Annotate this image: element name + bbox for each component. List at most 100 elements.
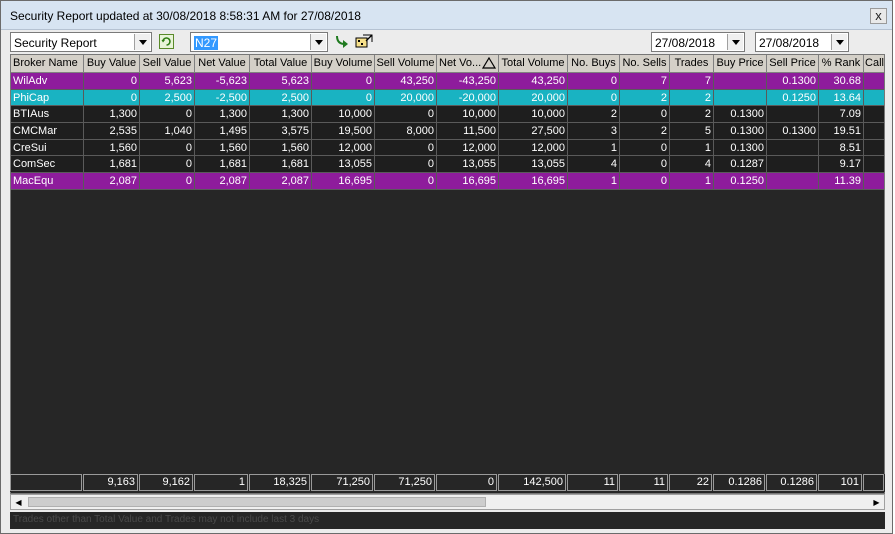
table-row[interactable]: PhiCap 0 2,500 -2,500 2,500 0 20,000 -20,000 20,… [11,89,884,107]
table-row[interactable]: CreSui 1,560 0 1,560 1,560 12,000 0 12,000 12,00… [11,139,884,157]
column-header[interactable]: Call [864,55,884,73]
table-cell: -2,500 [195,89,250,107]
table-cell [714,73,767,90]
column-header[interactable]: Sell Volume [375,55,437,73]
table-cell: 1,681 [84,156,140,174]
column-header[interactable]: Buy Value [84,55,140,73]
date-to-picker[interactable]: 27/08/2018 [755,32,849,52]
total-cell: 9,162 [139,474,193,491]
toolbar: Security Report N27 27/08/2018 27/08/201… [1,30,892,54]
total-cell: 101 [818,474,862,491]
table-row[interactable]: WilAdv 0 5,623 -5,623 5,623 0 43,250 -43,250 43,… [11,73,884,90]
total-cell: 22 [669,474,712,491]
table-cell: 11.39 [819,173,864,190]
scroll-right-icon[interactable]: ▶ [869,495,884,509]
title-bar[interactable]: Security Report updated at 30/08/2018 8:… [1,1,892,30]
column-header[interactable]: Net Value [195,55,250,73]
table-cell [767,156,819,174]
chevron-down-icon[interactable] [310,34,326,50]
column-header[interactable]: Total Value [250,55,312,73]
go-arrow-icon[interactable] [334,33,350,49]
table-cell [767,139,819,157]
scroll-left-icon[interactable]: ◀ [11,495,26,509]
security-code-value[interactable]: N27 [194,36,219,50]
table-cell: 0.1300 [714,139,767,157]
column-header[interactable]: Trades [670,55,714,73]
security-code-combo[interactable]: N27 [190,32,328,52]
table-cell: 1,681 [195,156,250,174]
date-from-value: 27/08/2018 [655,36,716,50]
table-cell: 1,300 [250,106,312,124]
table-cell: 7 [620,73,670,90]
table-cell: 0 [620,173,670,190]
scrollbar-thumb[interactable] [28,497,486,507]
table-cell: 12,000 [312,139,375,157]
total-cell [863,474,884,491]
table-cell: 2,087 [250,173,312,190]
table-cell: 0.1250 [714,173,767,190]
chevron-down-icon[interactable] [134,34,150,50]
table-cell: 43,250 [499,73,568,90]
table-row[interactable]: BTIAus 1,300 0 1,300 1,300 10,000 0 10,000 10,00… [11,106,884,124]
table-cell: 0 [84,89,140,107]
grid-rows: WilAdv 0 5,623 -5,623 5,623 0 43,250 -43,250 43,… [11,73,884,190]
column-header[interactable]: % Rank [819,55,864,73]
broker-name-cell: WilAdv [11,73,84,90]
broker-name-cell: CreSui [11,139,84,157]
totals-row: 9,163 9,162 1 18,325 71,250 71,250 0 142,500 11 1… [10,474,885,492]
table-cell: 2,500 [250,89,312,107]
table-cell [864,89,884,107]
table-cell: 0.1300 [767,123,819,140]
close-button[interactable]: x [870,8,887,24]
column-header[interactable]: Total Volume [499,55,568,73]
column-header[interactable]: No. Buys [568,55,620,73]
table-row[interactable]: MacEqu 2,087 0 2,087 2,087 16,695 0 16,695 16,69… [11,173,884,190]
report-type-dropdown[interactable]: Security Report [10,32,152,52]
total-cell [10,474,82,491]
table-cell: 4 [568,156,620,174]
table-cell: 20,000 [375,89,437,107]
total-cell: 0.1286 [766,474,817,491]
column-header[interactable]: No. Sells [620,55,670,73]
table-cell: 9.17 [819,156,864,174]
table-cell: 2 [620,89,670,107]
table-cell: 0.1287 [714,156,767,174]
window-title: Security Report updated at 30/08/2018 8:… [10,9,361,23]
chevron-down-icon[interactable] [831,34,847,50]
table-cell: 2,087 [195,173,250,190]
table-cell: 10,000 [437,106,499,124]
table-row[interactable]: ComSec 1,681 0 1,681 1,681 13,055 0 13,055 13,05… [11,156,884,174]
total-cell: 9,163 [83,474,138,491]
broker-name-cell: MacEqu [11,173,84,190]
sort-ascending-icon [482,57,496,69]
table-row[interactable]: CMCMar 2,535 1,040 1,495 3,575 19,500 8,000 11,… [11,123,884,140]
column-header[interactable]: Sell Value [140,55,195,73]
table-cell [767,106,819,124]
table-cell: 3 [568,123,620,140]
date-from-picker[interactable]: 27/08/2018 [651,32,745,52]
total-cell: 0.1286 [713,474,765,491]
table-cell: 0 [140,173,195,190]
horizontal-scrollbar[interactable]: ◀ ▶ [10,494,885,510]
table-cell: 2,087 [84,173,140,190]
column-header-label: Net Vo... [439,57,482,69]
refresh-icon[interactable] [158,33,174,49]
table-cell: 1,495 [195,123,250,140]
table-cell: 5,623 [140,73,195,90]
table-cell: 2 [670,89,714,107]
grid-header: Broker Name Buy Value Sell Value Net Value T… [11,55,884,73]
column-header[interactable]: Buy Volume [312,55,375,73]
table-cell: 12,000 [437,139,499,157]
column-header[interactable]: Broker Name [11,55,84,73]
export-icon[interactable] [354,33,374,49]
table-cell: 16,695 [499,173,568,190]
table-cell: 11,500 [437,123,499,140]
chevron-down-icon[interactable] [727,34,743,50]
column-header[interactable]: Net Vo... [437,55,499,73]
column-header[interactable]: Sell Price [767,55,819,73]
table-cell: -20,000 [437,89,499,107]
table-cell: 16,695 [312,173,375,190]
total-cell: 0 [436,474,497,491]
column-header[interactable]: Buy Price [714,55,767,73]
total-cell: 18,325 [249,474,310,491]
